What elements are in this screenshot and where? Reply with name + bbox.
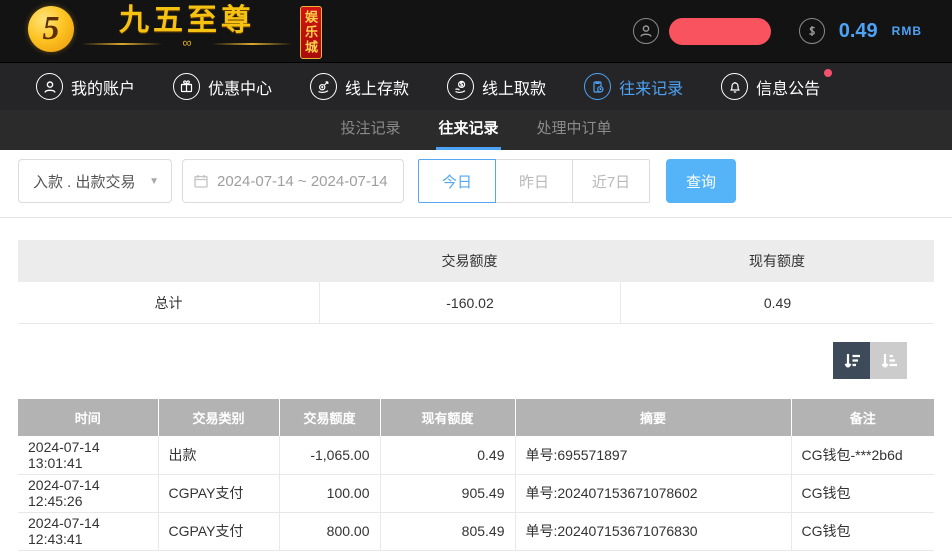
transaction-type-select[interactable]: 入款 . 出款交易 ▼: [18, 159, 172, 203]
tab-transaction-records[interactable]: 往来记录: [436, 110, 501, 150]
col-header-note: 备注: [790, 399, 934, 436]
sort-ascending-icon: [881, 353, 897, 368]
cell-balance: 0.49: [379, 436, 515, 475]
cell-note: CG钱包: [790, 512, 934, 551]
cell-type: 出款: [157, 436, 279, 475]
site-title: 九五至尊: [119, 3, 255, 37]
table-header-row: 时间 交易类别 交易额度 现有额度 摘要 备注: [18, 399, 934, 436]
records-icon: [584, 73, 612, 100]
transactions-table: 时间 交易类别 交易额度 现有额度 摘要 备注 2024-07-14 13:01…: [18, 399, 934, 551]
user-avatar-icon[interactable]: [632, 18, 659, 44]
nav-label: 信息公告: [756, 80, 821, 98]
table-row: 2024-07-14 12:43:41 CGPAY支付 800.00 805.4…: [18, 512, 934, 551]
transaction-type-value: 入款 . 出款交易: [33, 173, 136, 191]
last7days-button[interactable]: 近7日: [572, 159, 650, 203]
cell-balance: 805.49: [379, 512, 515, 551]
tab-betting-records[interactable]: 投注记录: [338, 110, 402, 150]
logo-emblem-glyph: 5: [42, 9, 60, 47]
summary-header-balance: 现有额度: [749, 253, 805, 269]
col-header-type: 交易类别: [157, 399, 279, 436]
cell-summary: 单号:202407153671078602: [514, 474, 791, 513]
search-button[interactable]: 查询: [666, 159, 736, 203]
deposit-icon: [310, 73, 338, 100]
summary-header-row: 交易额度 现有额度: [18, 240, 934, 282]
site-logo[interactable]: 5 九五至尊 ∞ 娱乐城: [28, 4, 322, 59]
logo-emblem-icon: 5: [28, 5, 74, 52]
notification-dot: [824, 69, 833, 77]
sort-ascending-button[interactable]: [870, 342, 907, 379]
date-range-value: 2024-07-14 ~ 2024-07-14: [217, 172, 388, 190]
cell-note: CG钱包: [790, 474, 934, 513]
today-button[interactable]: 今日: [418, 159, 496, 203]
quick-date-group: 今日 昨日 近7日: [418, 159, 650, 203]
cell-summary: 单号:202407153671076830: [514, 512, 791, 551]
summary-total-balance: 0.49: [620, 282, 934, 323]
nav-label: 优惠中心: [208, 80, 273, 98]
table-row: 2024-07-14 13:01:41 出款 -1,065.00 0.49 单号…: [18, 436, 934, 475]
cell-time: 2024-07-14 12:43:41: [18, 512, 158, 551]
main-nav: 我的账户 优惠中心 线上存款 线上取款 往来记录 信息公告: [0, 62, 952, 110]
user-area: 0.49 RMB: [632, 17, 922, 45]
cell-time: 2024-07-14 12:45:26: [18, 474, 158, 513]
date-range-input[interactable]: 2024-07-14 ~ 2024-07-14: [182, 159, 404, 203]
chevron-down-icon: ▼: [149, 175, 159, 187]
nav-label: 线上取款: [482, 80, 547, 98]
nav-item-announcements[interactable]: 信息公告: [721, 69, 833, 100]
filter-section: 入款 . 出款交易 ▼ 2024-07-14 ~ 2024-07-14 今日 昨…: [0, 150, 952, 218]
bell-icon: [721, 73, 749, 100]
sort-descending-button[interactable]: [833, 342, 870, 379]
yesterday-button[interactable]: 昨日: [495, 159, 573, 203]
sort-descending-icon: [844, 353, 860, 368]
col-header-time: 时间: [18, 399, 158, 436]
username-redacted[interactable]: [668, 17, 771, 45]
sort-controls: [0, 342, 907, 379]
cell-note: CG钱包-***2b6d: [790, 436, 934, 475]
record-subtabs: 投注记录 往来记录 处理中订单: [0, 110, 952, 150]
balance-amount: 0.49: [838, 19, 878, 42]
cell-amount: -1,065.00: [278, 436, 380, 475]
nav-item-my-account[interactable]: 我的账户: [36, 73, 135, 100]
col-header-summary: 摘要: [514, 399, 791, 436]
tab-pending-orders[interactable]: 处理中订单: [535, 110, 614, 150]
logo-badge: 娱乐城: [300, 5, 322, 59]
balance-currency: RMB: [891, 24, 922, 38]
summary-table: 交易额度 现有额度 总计 -160.02 0.49: [18, 240, 934, 324]
logo-flourish: ∞: [82, 35, 292, 50]
cell-type: CGPAY支付: [157, 512, 279, 551]
table-row: 2024-07-14 12:45:26 CGPAY支付 100.00 905.4…: [18, 474, 934, 513]
user-icon: [36, 73, 63, 100]
withdraw-icon: [447, 73, 475, 100]
summary-total-label: 总计: [154, 294, 183, 311]
nav-label: 往来记录: [619, 80, 684, 98]
nav-label: 线上存款: [345, 80, 410, 98]
summary-header-blank: [18, 240, 319, 282]
wallet-dollar-icon[interactable]: [798, 18, 825, 44]
nav-item-transaction-records[interactable]: 往来记录: [584, 73, 683, 100]
nav-item-withdraw[interactable]: 线上取款: [447, 73, 546, 100]
cell-summary: 单号:695571897: [514, 436, 791, 475]
summary-total-row: 总计 -160.02 0.49: [18, 282, 934, 324]
calendar-icon: [194, 175, 208, 188]
top-header: 5 九五至尊 ∞ 娱乐城 0.49 RMB: [0, 0, 952, 62]
cell-type: CGPAY支付: [157, 474, 279, 513]
summary-total-amount: -160.02: [319, 282, 620, 323]
nav-item-promotions[interactable]: 优惠中心: [173, 73, 272, 100]
nav-label: 我的账户: [71, 80, 136, 98]
col-header-amount: 交易额度: [278, 399, 380, 436]
cell-balance: 905.49: [379, 474, 515, 513]
nav-item-deposit[interactable]: 线上存款: [310, 73, 409, 100]
summary-header-amount: 交易额度: [441, 253, 498, 269]
gift-icon: [173, 73, 201, 100]
cell-amount: 100.00: [278, 474, 380, 513]
col-header-balance: 现有额度: [379, 399, 515, 436]
cell-amount: 800.00: [278, 512, 380, 551]
cell-time: 2024-07-14 13:01:41: [18, 436, 158, 475]
